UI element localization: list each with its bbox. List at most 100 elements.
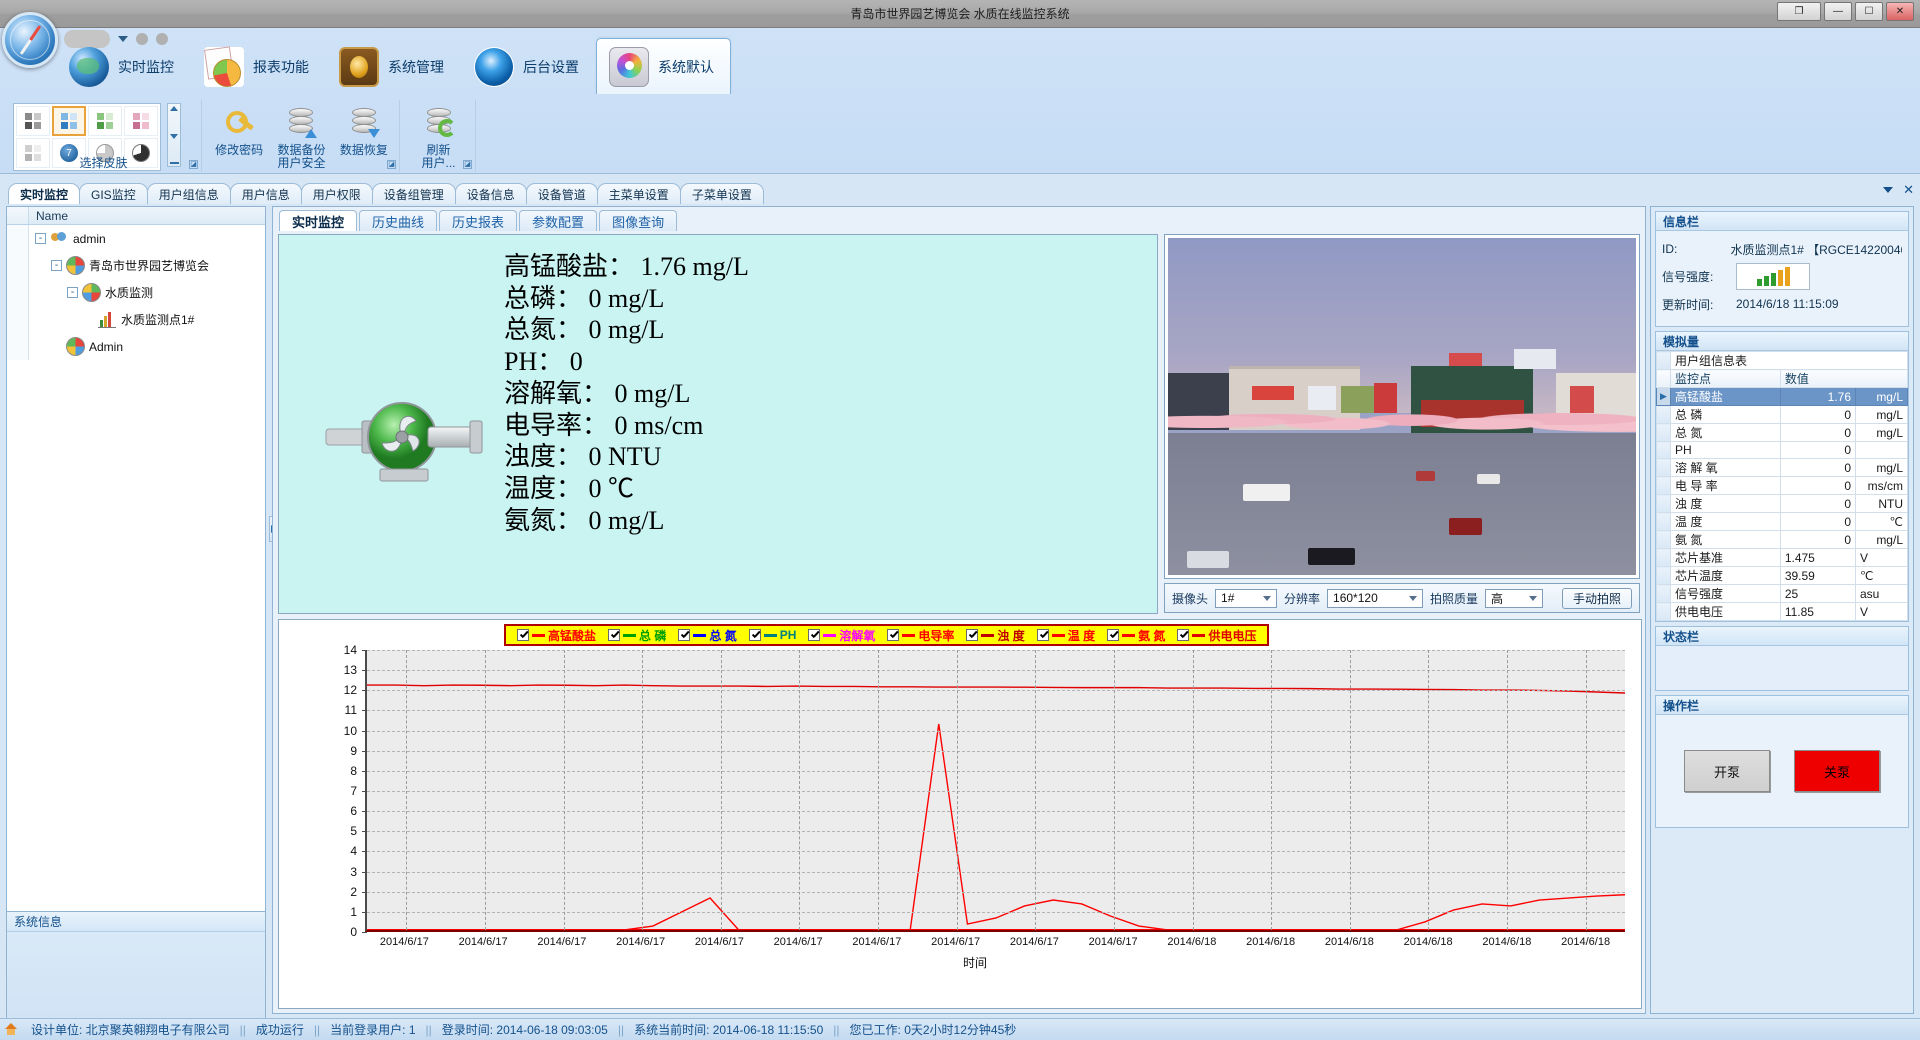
scroll-down-icon[interactable] — [170, 134, 178, 139]
legend-item-0[interactable]: 高锰酸盐 — [511, 627, 602, 644]
readout-name: 高锰酸盐： — [504, 252, 634, 281]
legend-checkbox[interactable] — [1177, 629, 1189, 641]
legend-item-7[interactable]: 温 度 — [1031, 627, 1101, 644]
tree-node-0[interactable]: -admin — [7, 225, 265, 252]
analog-row[interactable]: PH0 — [1657, 442, 1908, 459]
dialog-launcher-icon[interactable]: ◪ — [189, 160, 198, 169]
y-tick-mark — [362, 650, 367, 651]
legend-checkbox[interactable] — [1037, 629, 1049, 641]
legend-checkbox[interactable] — [808, 629, 820, 641]
content-tab-1[interactable]: 历史曲线 — [359, 210, 437, 231]
analog-row[interactable]: 溶 解 氧0mg/L — [1657, 459, 1908, 477]
chevron-down-icon[interactable] — [1260, 590, 1274, 607]
main-tab-6[interactable]: 设备信息 — [455, 183, 527, 204]
content-tab-2[interactable]: 历史报表 — [439, 210, 517, 231]
analog-row[interactable]: 电 导 率0ms/cm — [1657, 477, 1908, 495]
status-body — [1656, 646, 1908, 690]
chevron-down-icon[interactable] — [1526, 590, 1540, 607]
legend-checkbox[interactable] — [678, 629, 690, 641]
legend-checkbox[interactable] — [966, 629, 978, 641]
dialog-launcher-icon[interactable]: ◪ — [463, 160, 472, 169]
camera-quality-select[interactable]: 高 — [1485, 589, 1543, 608]
main-tab-1[interactable]: GIS监控 — [79, 183, 148, 204]
camera-device-select[interactable]: 1# — [1215, 589, 1277, 608]
analog-row[interactable]: ▶高锰酸盐1.76mg/L — [1657, 388, 1908, 406]
main-tab-3[interactable]: 用户信息 — [230, 183, 302, 204]
legend-checkbox[interactable] — [749, 629, 761, 641]
change-password-button[interactable]: 修改密码 — [211, 105, 267, 158]
main-tab-8[interactable]: 主菜单设置 — [597, 183, 681, 204]
analog-row[interactable]: 总 氮0mg/L — [1657, 424, 1908, 442]
legend-checkbox[interactable] — [1107, 629, 1119, 641]
main-tab-4[interactable]: 用户权限 — [301, 183, 373, 204]
analog-row[interactable]: 芯片基准1.475V — [1657, 549, 1908, 567]
tree-expander-icon[interactable]: - — [67, 287, 78, 298]
ribbon-tab-skin[interactable]: 系统默认 — [596, 38, 731, 94]
tree-node-4[interactable]: Admin — [7, 333, 265, 360]
legend-item-5[interactable]: 电导率 — [881, 627, 960, 644]
analog-point-unit: NTU — [1856, 495, 1908, 513]
legend-checkbox[interactable] — [608, 629, 620, 641]
legend-item-3[interactable]: PH — [743, 628, 803, 642]
tree-expander-icon[interactable]: - — [35, 233, 46, 244]
skin-swatch-2[interactable] — [52, 106, 86, 136]
content-tab-4[interactable]: 图像查询 — [599, 210, 677, 231]
legend-item-8[interactable]: 氨 氮 — [1101, 627, 1171, 644]
analog-row[interactable]: 浊 度0NTU — [1657, 495, 1908, 513]
window-title: 青岛市世界园艺博览会 水质在线监控系统 — [850, 5, 1069, 22]
readout-value: 0 mg/L — [582, 315, 664, 344]
data-restore-button[interactable]: 数据恢复 — [336, 105, 392, 158]
tree-node-2[interactable]: -水质监测 — [7, 279, 265, 306]
main-tab-5[interactable]: 设备组管理 — [372, 183, 456, 204]
ribbon-tab-report[interactable]: 报表功能 — [191, 38, 326, 94]
skin-swatch-3[interactable] — [88, 106, 122, 136]
legend-item-1[interactable]: 总 磷 — [602, 627, 672, 644]
stop-pump-button[interactable]: 关泵 — [1794, 750, 1880, 792]
tree-node-3[interactable]: 水质监测点1# — [7, 306, 265, 333]
ribbon-tab-realtime[interactable]: 实时监控 — [56, 38, 191, 94]
scroll-up-icon[interactable] — [170, 106, 178, 111]
ribbon-tab-backset[interactable]: 后台设置 — [461, 38, 596, 94]
legend-checkbox[interactable] — [517, 629, 529, 641]
start-pump-button[interactable]: 开泵 — [1684, 750, 1770, 792]
app-orb-button[interactable] — [2, 12, 58, 68]
analog-row[interactable]: 供电电压11.85V — [1657, 603, 1908, 621]
main-tab-2[interactable]: 用户组信息 — [147, 183, 231, 204]
legend-checkbox[interactable] — [887, 629, 899, 641]
content-tab-0[interactable]: 实时监控 — [279, 210, 357, 231]
analog-table[interactable]: 用户组信息表监控点数值▶高锰酸盐1.76mg/L总 磷0mg/L总 氮0mg/L… — [1656, 351, 1908, 621]
window-minimize-button[interactable]: — — [1824, 2, 1852, 21]
readout-name: 电导率： — [504, 411, 608, 440]
tree-expander-icon[interactable]: - — [51, 260, 62, 271]
tree-node-1[interactable]: -青岛市世界园艺博览会 — [7, 252, 265, 279]
data-backup-button[interactable]: 数据备份 — [273, 105, 329, 158]
content-tab-3[interactable]: 参数配置 — [519, 210, 597, 231]
dialog-launcher-icon[interactable]: ◪ — [387, 160, 396, 169]
main-tab-9[interactable]: 子菜单设置 — [680, 183, 764, 204]
history-chart: 高锰酸盐总 磷总 氮PH溶解氧电导率浊 度温 度氨 氮供电电压 01234567… — [278, 619, 1642, 1009]
window-maximize-button[interactable]: ☐ — [1855, 2, 1883, 21]
window-close-button[interactable]: ✕ — [1886, 2, 1914, 21]
tab-list-dropdown-icon[interactable] — [1883, 187, 1893, 193]
ribbon-tab-sysmgr[interactable]: 系统管理 — [326, 38, 461, 94]
legend-item-9[interactable]: 供电电压 — [1171, 627, 1262, 644]
analog-row[interactable]: 总 磷0mg/L — [1657, 406, 1908, 424]
chevron-down-icon[interactable] — [1406, 590, 1420, 607]
analog-row[interactable]: 信号强度25asu — [1657, 585, 1908, 603]
analog-row[interactable]: 温 度0℃ — [1657, 513, 1908, 531]
skin-swatch-4[interactable] — [124, 106, 158, 136]
legend-item-4[interactable]: 溶解氧 — [802, 627, 881, 644]
close-tab-icon[interactable]: ✕ — [1903, 185, 1914, 195]
legend-item-2[interactable]: 总 氮 — [672, 627, 742, 644]
refresh-button[interactable]: 刷新 — [410, 105, 468, 158]
manual-snapshot-button[interactable]: 手动拍照 — [1562, 588, 1632, 609]
skin-swatch-1[interactable] — [16, 106, 50, 136]
window-restore-button[interactable]: ❐ — [1777, 2, 1821, 21]
main-tab-7[interactable]: 设备管道 — [526, 183, 598, 204]
analog-row[interactable]: 氨 氮0mg/L — [1657, 531, 1908, 549]
main-tab-0[interactable]: 实时监控 — [8, 183, 80, 204]
analog-row[interactable]: 芯片温度39.59℃ — [1657, 567, 1908, 585]
legend-item-6[interactable]: 浊 度 — [960, 627, 1030, 644]
camera-resolution-select[interactable]: 160*120 — [1327, 589, 1423, 608]
tree-header: Name — [7, 207, 265, 225]
